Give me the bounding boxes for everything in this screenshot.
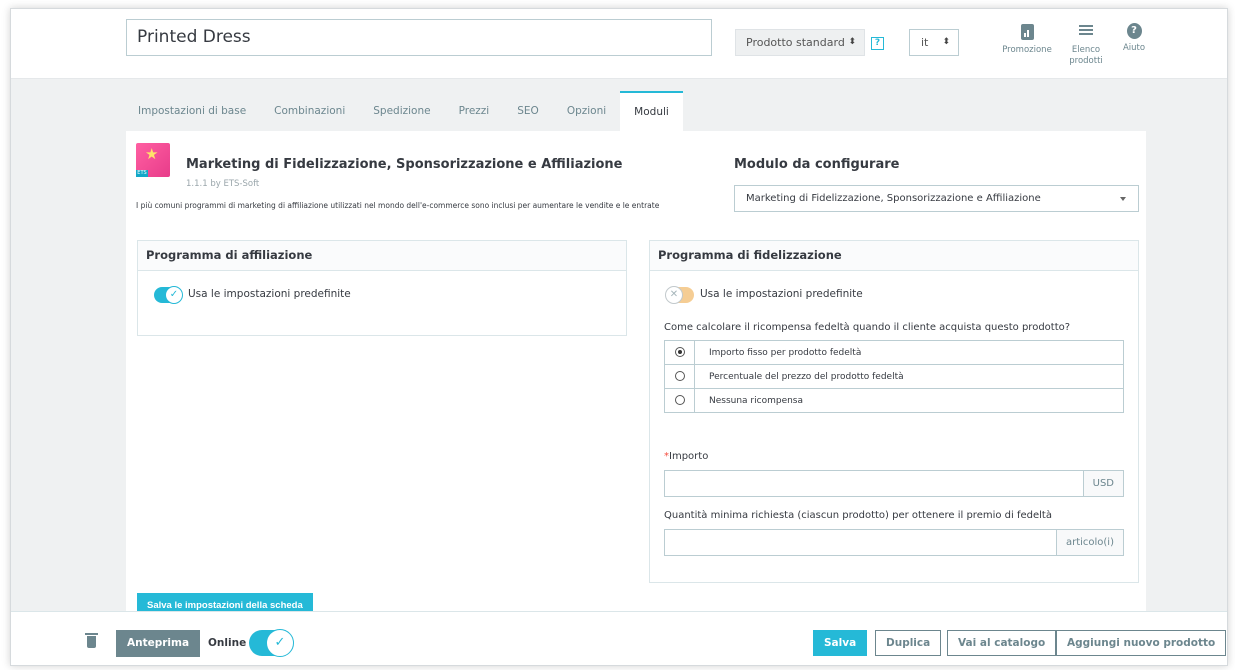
check-icon: ✓: [165, 286, 183, 304]
promotion-label: Promozione: [1002, 45, 1052, 55]
amount-input[interactable]: USD: [664, 470, 1124, 497]
amount-label: Importo: [669, 451, 709, 462]
modules-tab-content: ★ ETS Marketing di Fidelizzazione, Spons…: [126, 131, 1146, 619]
min-quantity-label: Quantità minima richiesta (ciascun prodo…: [664, 510, 1052, 521]
trash-icon[interactable]: [85, 633, 98, 648]
configure-module-value: Marketing di Fidelizzazione, Sponsorizza…: [746, 193, 1041, 204]
affiliate-default-settings-toggle[interactable]: ✓: [154, 286, 183, 304]
tab-shipping[interactable]: Spedizione: [359, 91, 444, 131]
language-value: it: [921, 36, 929, 49]
reward-option-row[interactable]: Nessuna ricompensa: [664, 388, 1124, 413]
tab-options[interactable]: Opzioni: [553, 91, 620, 131]
module-title: Marketing di Fidelizzazione, Sponsorizza…: [186, 157, 623, 172]
tab-seo[interactable]: SEO: [503, 91, 553, 131]
reward-option-label: Percentuale del prezzo del prodotto fede…: [694, 364, 1124, 389]
module-description: I più comuni programmi di marketing di a…: [136, 201, 660, 210]
loyalty-panel-title: Programma di fidelizzazione: [650, 241, 1138, 271]
tab-combinations[interactable]: Combinazioni: [260, 91, 359, 131]
save-button[interactable]: Salva: [813, 630, 868, 656]
affiliate-program-panel: Programma di affiliazione ✓ Usa le impos…: [137, 240, 627, 336]
reward-fixed-radio[interactable]: [674, 347, 685, 358]
help-button[interactable]: ? Aiuto: [1119, 23, 1149, 54]
reward-option-label: Importo fisso per prodotto fedeltà: [694, 340, 1124, 365]
preview-button[interactable]: Anteprima: [116, 630, 201, 657]
reward-calculation-question: Come calcolare il ricompensa fedeltà qua…: [664, 322, 1071, 333]
list-icon: [1079, 25, 1093, 41]
select-arrows-icon: ⬍: [848, 37, 856, 47]
chart-icon: [1020, 24, 1034, 40]
min-quantity-unit-addon: articolo(i): [1055, 530, 1123, 555]
tab-modules[interactable]: Moduli: [620, 91, 683, 131]
product-tabs: Impostazioni di base Combinazioni Spediz…: [124, 91, 683, 131]
product-type-value: Prodotto standard: [746, 36, 845, 49]
loyalty-toggle-label: Usa le impostazioni predefinite: [700, 288, 863, 300]
language-select[interactable]: it ⬍: [909, 29, 959, 56]
online-toggle[interactable]: ✓: [249, 629, 294, 657]
configure-module-title: Modulo da configurare: [734, 157, 900, 172]
product-list-label: Elenco prodotti: [1069, 45, 1103, 66]
help-label: Aiuto: [1122, 43, 1146, 53]
product-editor-window: Printed Dress Prodotto standard ⬍ ? it ⬍…: [10, 8, 1228, 666]
reward-option-label: Nessuna ricompensa: [694, 388, 1124, 413]
loyalty-default-settings-toggle[interactable]: ✕: [665, 286, 694, 304]
module-version: 1.1.1 by ETS-Soft: [186, 179, 260, 189]
go-to-catalog-button[interactable]: Vai al catalogo: [947, 630, 1057, 656]
close-icon: ✕: [665, 286, 683, 304]
duplicate-button[interactable]: Duplica: [875, 630, 942, 656]
module-logo: ★ ETS: [136, 143, 170, 177]
affiliate-toggle-label: Usa le impostazioni predefinite: [188, 288, 351, 300]
configure-module-select[interactable]: Marketing di Fidelizzazione, Sponsorizza…: [734, 185, 1139, 212]
product-header: Printed Dress Prodotto standard ⬍ ? it ⬍…: [11, 9, 1227, 79]
product-footer: Anteprima Online ✓ Salva Duplica Vai al …: [11, 611, 1227, 665]
amount-currency-addon: USD: [1082, 471, 1123, 496]
chevron-down-icon: [1120, 197, 1126, 201]
reward-none-radio[interactable]: [674, 395, 685, 406]
loyalty-program-panel: Programma di fidelizzazione ✕ Usa le imp…: [649, 240, 1139, 583]
star-icon: ★: [145, 145, 159, 163]
reward-option-row[interactable]: Percentuale del prezzo del prodotto fede…: [664, 364, 1124, 389]
check-icon: ✓: [266, 629, 294, 657]
product-type-help-icon[interactable]: ?: [871, 37, 884, 50]
promotion-button[interactable]: Promozione: [1001, 23, 1053, 56]
select-arrows-icon: ⬍: [942, 37, 950, 47]
reward-percentage-radio[interactable]: [674, 371, 685, 382]
help-icon: ?: [1126, 23, 1142, 39]
amount-label-wrap: *Importo: [664, 451, 708, 462]
product-name-input[interactable]: Printed Dress: [126, 19, 712, 56]
product-list-button[interactable]: Elenco prodotti: [1066, 23, 1106, 67]
reward-option-row[interactable]: Importo fisso per prodotto fedeltà: [664, 340, 1124, 365]
min-quantity-input[interactable]: articolo(i): [664, 529, 1124, 556]
online-label: Online: [208, 637, 247, 649]
module-logo-badge: ETS: [136, 170, 148, 177]
tab-basic-settings[interactable]: Impostazioni di base: [124, 91, 260, 131]
reward-type-options: Importo fisso per prodotto fedeltà Perce…: [664, 340, 1124, 413]
affiliate-panel-title: Programma di affiliazione: [138, 241, 626, 271]
add-new-product-button[interactable]: Aggiungi nuovo prodotto: [1056, 630, 1227, 656]
tab-prices[interactable]: Prezzi: [445, 91, 504, 131]
product-type-select[interactable]: Prodotto standard ⬍: [735, 29, 865, 56]
